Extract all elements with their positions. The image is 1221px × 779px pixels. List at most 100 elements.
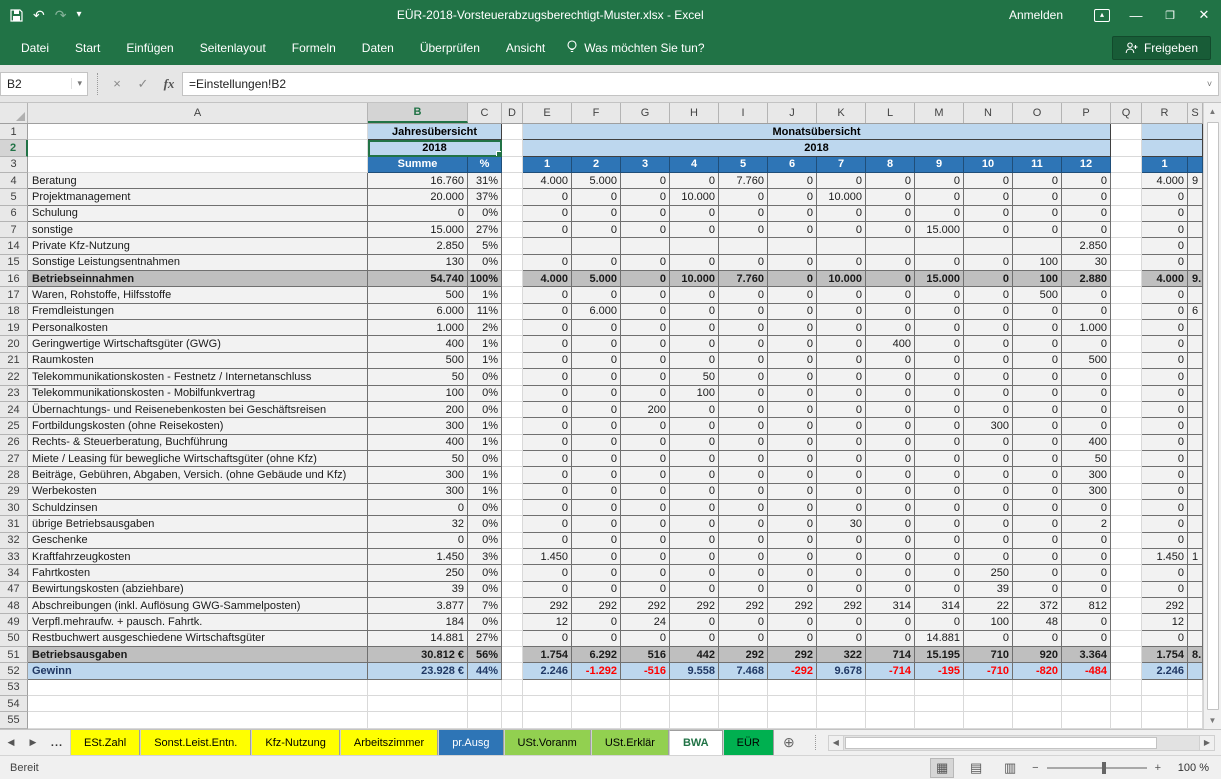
cell-Q20[interactable] <box>1111 336 1142 352</box>
month7-33[interactable]: 0 <box>817 549 866 565</box>
row-header-47[interactable]: 47 <box>0 582 28 598</box>
month3-27[interactable]: 0 <box>621 451 670 467</box>
cell-Q29[interactable] <box>1111 484 1142 500</box>
pct-30[interactable]: 0% <box>468 500 502 516</box>
sum-18[interactable]: 6.000 <box>368 304 468 320</box>
month2-31[interactable]: 0 <box>572 516 621 532</box>
month11-28[interactable]: 0 <box>1013 467 1062 483</box>
minimize-button[interactable]: — <box>1119 0 1153 30</box>
month1-33[interactable]: 1.450 <box>523 549 572 565</box>
cell-Q15[interactable] <box>1111 255 1142 271</box>
month9-34[interactable]: 0 <box>915 565 964 581</box>
tab-overflow-ellipsis[interactable]: ... <box>44 730 70 755</box>
row-label-25[interactable]: Fortbildungskosten (ohne Reisekosten) <box>28 418 368 434</box>
month11-29[interactable]: 0 <box>1013 484 1062 500</box>
month12-48[interactable]: 812 <box>1062 598 1111 614</box>
maximize-button[interactable]: ❐ <box>1153 0 1187 30</box>
cell-month12-54[interactable] <box>1062 696 1111 712</box>
month-header-3[interactable]: 3 <box>621 157 670 173</box>
customize-qat-icon[interactable]: ▾ <box>76 10 81 20</box>
cell-month8-54[interactable] <box>866 696 915 712</box>
cum2-clipped-32[interactable] <box>1188 533 1203 549</box>
month4-31[interactable]: 0 <box>670 516 719 532</box>
month10-29[interactable]: 0 <box>964 484 1013 500</box>
month12-21[interactable]: 500 <box>1062 353 1111 369</box>
row-label-51[interactable]: Betriebsausgaben <box>28 647 368 663</box>
month8-19[interactable]: 0 <box>866 320 915 336</box>
ribbon-tab-start[interactable]: Start <box>62 30 113 65</box>
month5-32[interactable]: 0 <box>719 533 768 549</box>
row-label-18[interactable]: Fremdleistungen <box>28 304 368 320</box>
cell-Q17[interactable] <box>1111 287 1142 303</box>
cell-Q48[interactable] <box>1111 598 1142 614</box>
month11-18[interactable]: 0 <box>1013 304 1062 320</box>
month4-18[interactable]: 0 <box>670 304 719 320</box>
column-header-I[interactable]: I <box>719 103 768 123</box>
sum-22[interactable]: 50 <box>368 369 468 385</box>
month9-48[interactable]: 314 <box>915 598 964 614</box>
month-header-12[interactable]: 12 <box>1062 157 1111 173</box>
row-header-19[interactable]: 19 <box>0 320 28 336</box>
month8-51[interactable]: 714 <box>866 647 915 663</box>
cell-Q3[interactable] <box>1111 157 1142 173</box>
month8-47[interactable]: 0 <box>866 582 915 598</box>
cell-D7[interactable] <box>502 222 523 238</box>
formula-input[interactable]: =Einstellungen!B2 <box>182 72 1201 96</box>
month5-5[interactable]: 0 <box>719 189 768 205</box>
month3-29[interactable]: 0 <box>621 484 670 500</box>
month2-25[interactable]: 0 <box>572 418 621 434</box>
month10-21[interactable]: 0 <box>964 353 1013 369</box>
month2-32[interactable]: 0 <box>572 533 621 549</box>
sum-7[interactable]: 15.000 <box>368 222 468 238</box>
column-header-A[interactable]: A <box>28 103 368 123</box>
month5-48[interactable]: 292 <box>719 598 768 614</box>
month11-26[interactable]: 0 <box>1013 435 1062 451</box>
month11-19[interactable]: 0 <box>1013 320 1062 336</box>
row-label-20[interactable]: Geringwertige Wirtschaftsgüter (GWG) <box>28 336 368 352</box>
month3-20[interactable]: 0 <box>621 336 670 352</box>
month5-19[interactable]: 0 <box>719 320 768 336</box>
cum2-clipped-49[interactable] <box>1188 614 1203 630</box>
pct-15[interactable]: 0% <box>468 255 502 271</box>
month11-20[interactable]: 0 <box>1013 336 1062 352</box>
month10-27[interactable]: 0 <box>964 451 1013 467</box>
month11-21[interactable]: 0 <box>1013 353 1062 369</box>
month7-48[interactable]: 292 <box>817 598 866 614</box>
month7-34[interactable]: 0 <box>817 565 866 581</box>
month6-25[interactable]: 0 <box>768 418 817 434</box>
month12-27[interactable]: 50 <box>1062 451 1111 467</box>
month9-50[interactable]: 14.881 <box>915 631 964 647</box>
pct-18[interactable]: 11% <box>468 304 502 320</box>
cell-D21[interactable] <box>502 353 523 369</box>
month11-4[interactable]: 0 <box>1013 173 1062 189</box>
month12-24[interactable]: 0 <box>1062 402 1111 418</box>
cell-month1-54[interactable] <box>523 696 572 712</box>
month5-20[interactable]: 0 <box>719 336 768 352</box>
month6-49[interactable]: 0 <box>768 614 817 630</box>
column-header-G[interactable]: G <box>621 103 670 123</box>
month3-33[interactable]: 0 <box>621 549 670 565</box>
cum2-clipped-52[interactable] <box>1188 663 1203 679</box>
pct-5[interactable]: 37% <box>468 189 502 205</box>
month2-7[interactable]: 0 <box>572 222 621 238</box>
month10-22[interactable]: 0 <box>964 369 1013 385</box>
month9-25[interactable]: 0 <box>915 418 964 434</box>
cell-D23[interactable] <box>502 386 523 402</box>
month6-34[interactable]: 0 <box>768 565 817 581</box>
month6-5[interactable]: 0 <box>768 189 817 205</box>
month7-31[interactable]: 30 <box>817 516 866 532</box>
pct-28[interactable]: 1% <box>468 467 502 483</box>
sum-34[interactable]: 250 <box>368 565 468 581</box>
close-button[interactable]: ✕ <box>1187 0 1221 30</box>
row-label-48[interactable]: Abschreibungen (inkl. Auflösung GWG-Samm… <box>28 598 368 614</box>
month1-52[interactable]: 2.246 <box>523 663 572 679</box>
cell-Q53[interactable] <box>1111 680 1142 696</box>
cum1-17[interactable]: 0 <box>1142 287 1188 303</box>
ribbon-tab-formeln[interactable]: Formeln <box>279 30 349 65</box>
scroll-down-icon[interactable]: ▼ <box>1204 712 1221 729</box>
row-header-23[interactable]: 23 <box>0 386 28 402</box>
sum-48[interactable]: 3.877 <box>368 598 468 614</box>
month5-14[interactable] <box>719 238 768 254</box>
month7-29[interactable]: 0 <box>817 484 866 500</box>
month2-50[interactable]: 0 <box>572 631 621 647</box>
